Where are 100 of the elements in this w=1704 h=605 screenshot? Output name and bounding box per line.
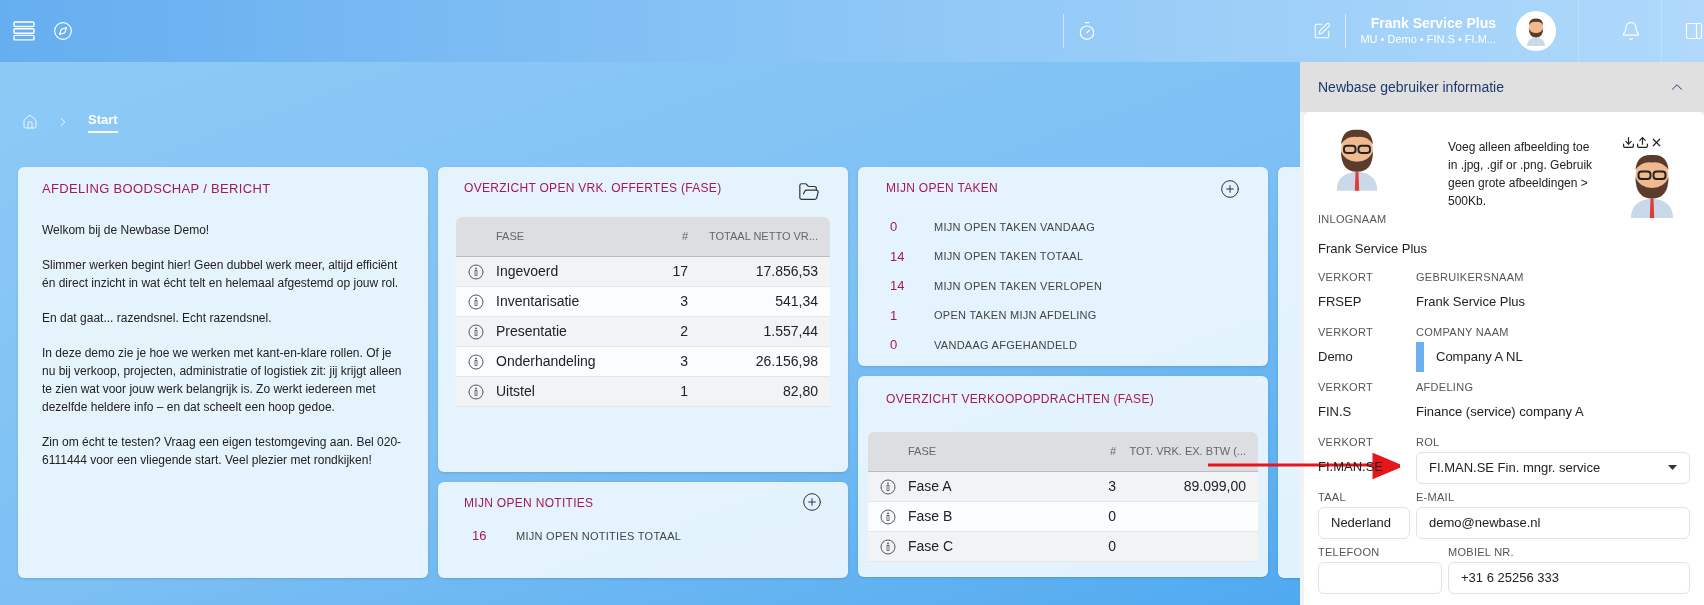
table-row[interactable]: Presentatie 2 1.557,44 xyxy=(456,317,830,347)
info-icon[interactable] xyxy=(468,293,484,310)
message-paragraph: Zin om écht te testen? Vraag een eigen testomgeving aan. Bel 020-6111444 voor een vliegende start. Veel plezier met rondkijken! xyxy=(42,433,403,469)
card-title: OVERZICHT OPEN VRK. OFFERTES (FASE) xyxy=(464,180,722,197)
card-title: OVERZICHT VERKOOPOPDRACHTEN (FASE) xyxy=(886,392,1154,406)
table-cell-text: Fase C xyxy=(908,537,955,556)
count-value: 14 xyxy=(890,277,906,295)
input-field[interactable] xyxy=(1318,561,1442,594)
table-cell-text: Fase A xyxy=(908,477,953,496)
column-header: TOTAAL NETTO VR... xyxy=(708,229,818,245)
field-label: GEBRUIKERSNAAM xyxy=(1416,269,1525,283)
count-label[interactable]: MIJN OPEN NOTITIES TOTAAL xyxy=(516,527,682,544)
count-label[interactable]: MIJN OPEN TAKEN TOTAAL xyxy=(934,248,1084,265)
add-icon[interactable] xyxy=(802,492,822,512)
field-label: VERKORT xyxy=(1318,379,1374,393)
count-label[interactable]: MIJN OPEN TAKEN VERLOPEN xyxy=(934,277,1103,294)
user-name: Frank Service Plus xyxy=(1370,15,1496,33)
count-label[interactable]: MIJN OPEN TAKEN VANDAAG xyxy=(934,218,1095,235)
field-label: E-MAIL xyxy=(1416,489,1456,503)
table-cell-text: Uitstel xyxy=(496,382,536,401)
info-icon[interactable] xyxy=(880,478,896,495)
field-label: VERKORT xyxy=(1318,434,1374,448)
select-field[interactable]: Nederland xyxy=(1318,506,1410,539)
count-value: 0 xyxy=(890,218,899,236)
column-header: # xyxy=(1108,444,1116,460)
select-field[interactable]: FI.MAN.SE Fin. mngr. service xyxy=(1416,451,1690,484)
info-icon[interactable] xyxy=(468,353,484,370)
field-label: MOBIEL NR. xyxy=(1448,544,1515,558)
table-row[interactable]: Uitstel 1 82,80 xyxy=(456,377,830,407)
message-paragraph: Slimmer werken begint hier! Geen dubbel werk meer, altijd efficiënt én direct inzicht in wat écht telt en helemaal afgestemd op jouw rol. xyxy=(42,256,400,292)
table-cell-text: 89.099,00 xyxy=(1182,477,1246,496)
menu-icon[interactable] xyxy=(13,21,35,41)
table-cell-text: 0 xyxy=(1107,507,1116,526)
input-field[interactable]: +31 6 25256 333 xyxy=(1448,561,1690,594)
info-icon[interactable] xyxy=(880,538,896,555)
field-label: TELEFOON xyxy=(1318,544,1381,558)
add-icon[interactable] xyxy=(1220,179,1240,199)
dropdown-caret-icon xyxy=(1668,465,1677,471)
card-title: MIJN OPEN TAKEN xyxy=(886,180,999,197)
table-cell-text: 17.856,53 xyxy=(754,262,818,281)
table-cell-text: Ingevoerd xyxy=(496,262,560,281)
table-row[interactable]: Fase A 3 89.099,00 xyxy=(868,472,1258,502)
table-cell-text: 1 xyxy=(679,382,688,401)
message-paragraph: In deze demo zie je hoe we werken met kant-en-klare rollen. Of je nu bij verkoop, projecten, administratie of logistiek zit: jij krijgt alleen te zien wat voor jouw werk belangrijk is. Zo werkt iedereen met dezelfde heldere info – en dat scheelt een hoop gedoe. xyxy=(42,344,403,416)
table-cell-text: 3 xyxy=(679,352,688,371)
field-value: FRSEP xyxy=(1318,292,1362,311)
folder-icon[interactable] xyxy=(798,181,820,203)
message-paragraph: En dat gaat... razendsnel. Echt razendsnel. xyxy=(42,309,273,327)
field-value: Finance (service) company A xyxy=(1416,402,1584,421)
field-value: Frank Service Plus xyxy=(1416,292,1526,311)
count-value: 1 xyxy=(890,306,899,325)
upload-hint: Voeg alleen afbeelding toe in .jpg, .gif or .png. Gebruik geen grote afbeeldingen > 500Kb. xyxy=(1448,139,1594,210)
field-value: FIN.S xyxy=(1318,402,1352,421)
table-cell-text: 0 xyxy=(1107,537,1116,556)
info-icon[interactable] xyxy=(880,508,896,525)
table-cell-text: 2 xyxy=(679,322,688,341)
column-header: # xyxy=(680,229,688,245)
upload-icon[interactable] xyxy=(1635,136,1649,149)
info-icon[interactable] xyxy=(468,383,484,400)
table-row[interactable]: Onderhandeling 3 26.156,98 xyxy=(456,347,830,377)
table-cell-text: Fase B xyxy=(908,507,954,526)
count-label[interactable]: VANDAAG AFGEHANDELD xyxy=(934,336,1078,353)
table-cell-text: 17 xyxy=(671,262,688,281)
field-value: Frank Service Plus xyxy=(1318,240,1429,259)
user-avatar[interactable] xyxy=(1516,11,1556,51)
table-cell-text: 3 xyxy=(1107,477,1116,496)
count-value: 16 xyxy=(472,527,488,545)
card-title: AFDELING BOODSCHAP / BERICHT xyxy=(42,180,272,198)
info-icon[interactable] xyxy=(468,263,484,280)
table-row[interactable]: Inventarisatie 3 541,34 xyxy=(456,287,830,317)
card-title: MIJN OPEN NOTITIES xyxy=(464,495,594,512)
table-row[interactable]: Ingevoerd 17 17.856,53 xyxy=(456,257,830,287)
field-label: VERKORT xyxy=(1318,324,1374,338)
table-cell-text: Onderhandeling xyxy=(496,352,597,371)
column-header: FASE xyxy=(908,444,938,460)
table-cell-text: 82,80 xyxy=(781,382,818,401)
column-header: TOT. VRK. EX. BTW (... xyxy=(1128,444,1246,460)
table-cell-text: 541,34 xyxy=(774,292,818,311)
count-value: 0 xyxy=(890,336,899,354)
field-label: ROL xyxy=(1416,434,1441,448)
field-label: VERKORT xyxy=(1318,269,1374,283)
field-label: TAAL xyxy=(1318,489,1347,503)
compass-icon[interactable] xyxy=(53,21,73,41)
count-value: 14 xyxy=(890,247,906,266)
field-label: INLOGNAAM xyxy=(1318,211,1388,227)
table-row[interactable]: Fase B 0 xyxy=(868,502,1258,532)
input-field[interactable]: demo@newbase.nl xyxy=(1416,506,1690,539)
message-paragraph: Welkom bij de Newbase Demo! xyxy=(42,221,211,239)
panel-header[interactable]: Newbase gebruiker informatie xyxy=(1300,62,1704,112)
download-icon[interactable] xyxy=(1621,136,1635,149)
field-label: AFDELING xyxy=(1416,379,1475,393)
count-label[interactable]: OPEN TAKEN MIJN AFDELING xyxy=(934,307,1097,324)
info-icon[interactable] xyxy=(468,323,484,340)
field-label: COMPANY NAAM xyxy=(1416,324,1510,338)
table-row[interactable]: Fase C 0 xyxy=(868,532,1258,562)
column-header: FASE xyxy=(496,229,526,245)
table-cell-text: Presentatie xyxy=(496,322,568,341)
table-cell-text: 1.557,44 xyxy=(762,322,818,341)
table-cell-text: 26.156,98 xyxy=(754,352,818,371)
user-subtitle: MU • Demo • FIN.S • FI.M... xyxy=(1360,32,1496,47)
